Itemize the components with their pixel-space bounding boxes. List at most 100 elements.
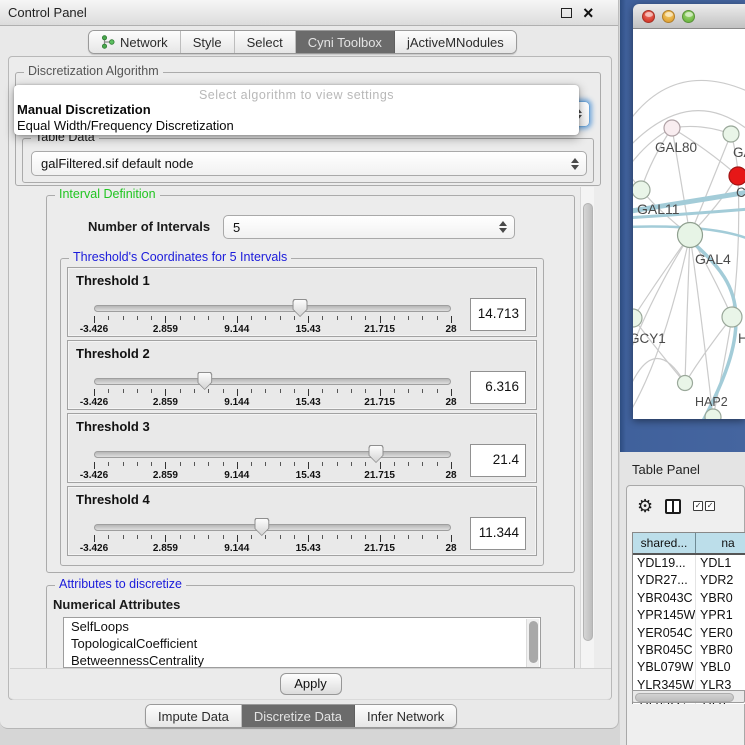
attributes-scrollbar-thumb[interactable] [529,621,538,663]
network-node[interactable] [705,409,721,419]
control-panel-window: Control Panel × NetworkStyleSelectCyni T… [0,0,619,729]
table-row[interactable]: YDR27...YDR2 [633,572,745,589]
table-row[interactable]: YBL079WYBL0 [633,659,745,676]
network-edge[interactable] [685,235,690,383]
tab-jactivemnodules[interactable]: jActiveMNodules [395,31,516,53]
network-node[interactable] [678,223,703,248]
tab-select[interactable]: Select [235,31,296,53]
threshold-slider-track[interactable] [94,305,451,312]
table-row[interactable]: YBR043CYBR0 [633,590,745,607]
tab-infer-network[interactable]: Infer Network [355,705,456,727]
close-icon[interactable]: × [583,1,594,25]
threshold-slider-handle[interactable] [293,299,308,317]
tick-mark [108,316,109,320]
table-panel-container: ⚙ ✓ ✓ shared...na YDL19...YDL1YDR27...YD… [626,485,745,745]
tick-mark [151,535,152,539]
network-node[interactable] [723,126,739,142]
attribute-list-item[interactable]: TopologicalCoefficient [64,635,540,652]
table-panel-region: Table Panel ⚙ ✓ ✓ shared...na YDL19...YD… [620,452,745,745]
tick-mark [94,389,95,396]
table-horizontal-scrollbar[interactable] [632,690,745,703]
settings-scrollbar-thumb[interactable] [583,203,593,641]
threshold-slider-handle[interactable] [254,518,269,536]
control-panel-titlebar: Control Panel × [0,0,618,26]
threshold-value-field[interactable]: 21.4 [470,444,526,477]
network-node[interactable] [633,309,642,327]
numerical-attributes-list[interactable]: SelfLoopsTopologicalCoefficientBetweenne… [63,617,541,668]
column-header-na[interactable]: na [696,533,745,553]
table-row[interactable]: YER054CYER0 [633,625,745,642]
tab-network[interactable]: Network [89,31,181,53]
tab-cyni-toolbox[interactable]: Cyni Toolbox [296,31,395,53]
table-row[interactable]: YPR145WYPR1 [633,607,745,624]
tick-mark [237,389,238,396]
network-edge[interactable] [633,358,685,394]
number-of-intervals-combobox[interactable]: 5 [223,215,515,239]
table-cell: YPR1 [696,607,745,624]
split-columns-icon[interactable] [665,499,681,514]
threshold-label: Threshold 2 [76,346,150,361]
threshold-slider-handle[interactable] [369,445,384,463]
popup-item-equal-width-frequency[interactable]: Equal Width/Frequency Discretization [17,118,234,133]
popup-item-manual-discretization[interactable]: Manual Discretization [17,102,151,117]
apply-button[interactable]: Apply [280,673,342,695]
threshold-label: Threshold 3 [76,419,150,434]
close-traffic-light[interactable] [642,10,655,23]
table-hscrollbar-thumb[interactable] [635,693,734,702]
tick-mark [322,462,323,466]
threshold-value-field[interactable]: 14.713 [470,298,526,331]
screen: Control Panel × NetworkStyleSelectCyni T… [0,0,745,745]
threshold-panel: Threshold 1-3.4262.8599.14415.4321.71528… [67,267,537,337]
tick-mark [380,535,381,542]
checkbox-filter-icons[interactable]: ✓ ✓ [693,501,715,511]
tab-impute-data[interactable]: Impute Data [146,705,242,727]
algorithm-popup-hint: Select algorithm to view settings [14,88,579,102]
tick-mark [280,316,281,320]
tick-mark [165,316,166,323]
tick-mark [265,462,266,466]
network-canvas[interactable]: GAL80GACGAL11GAL4GCY1HHAP2 [633,29,745,419]
gear-icon[interactable]: ⚙ [637,497,653,515]
tick-label: -3.426 [80,397,108,408]
traffic-light-shine [645,12,653,17]
tick-mark [280,462,281,466]
table-panel-title: Table Panel [632,462,700,477]
threshold-slider-track[interactable] [94,378,451,385]
network-node[interactable] [633,181,650,199]
tick-mark [451,316,452,323]
network-edge[interactable] [633,239,689,417]
tab-discretize-data[interactable]: Discretize Data [242,705,355,727]
network-view-window: GAL80GACGAL11GAL4GCY1HHAP2 [633,4,745,419]
table-cell: YBR043C [633,590,696,607]
threshold-panel: Threshold 3-3.4262.8599.14415.4321.71528… [67,413,537,483]
tick-mark [437,462,438,466]
attribute-list-item[interactable]: SelfLoops [64,618,540,635]
threshold-panel: Threshold 2-3.4262.8599.14415.4321.71528… [67,340,537,410]
minimize-traffic-light[interactable] [662,10,675,23]
threshold-value-field[interactable]: 11.344 [470,517,526,550]
tick-mark [365,535,366,539]
table-header-row: shared...na [633,533,745,555]
network-node[interactable] [678,376,693,391]
attributes-list-scrollbar[interactable] [526,619,539,668]
network-node[interactable] [729,167,745,185]
network-node[interactable] [664,120,680,136]
table-row[interactable]: YDL19...YDL1 [633,555,745,572]
column-header-shared[interactable]: shared... [633,533,696,553]
threshold-value-field[interactable]: 6.316 [470,371,526,404]
threshold-slider-track[interactable] [94,451,451,458]
network-node[interactable] [722,307,742,327]
threshold-slider-handle[interactable] [197,372,212,390]
settings-vertical-scrollbar[interactable] [580,187,594,668]
tab-style[interactable]: Style [181,31,235,53]
attribute-list-item[interactable]: BetweennessCentrality [64,652,540,668]
threshold-label: Threshold 1 [76,273,150,288]
tick-mark [123,462,124,466]
threshold-slider-track[interactable] [94,524,451,531]
tick-mark [94,535,95,542]
zoom-traffic-light[interactable] [682,10,695,23]
table-data-combobox[interactable]: galFiltered.sif default node [31,151,587,176]
float-window-icon[interactable] [561,8,572,18]
tick-label: 2.859 [153,470,178,481]
table-row[interactable]: YBR045CYBR0 [633,642,745,659]
